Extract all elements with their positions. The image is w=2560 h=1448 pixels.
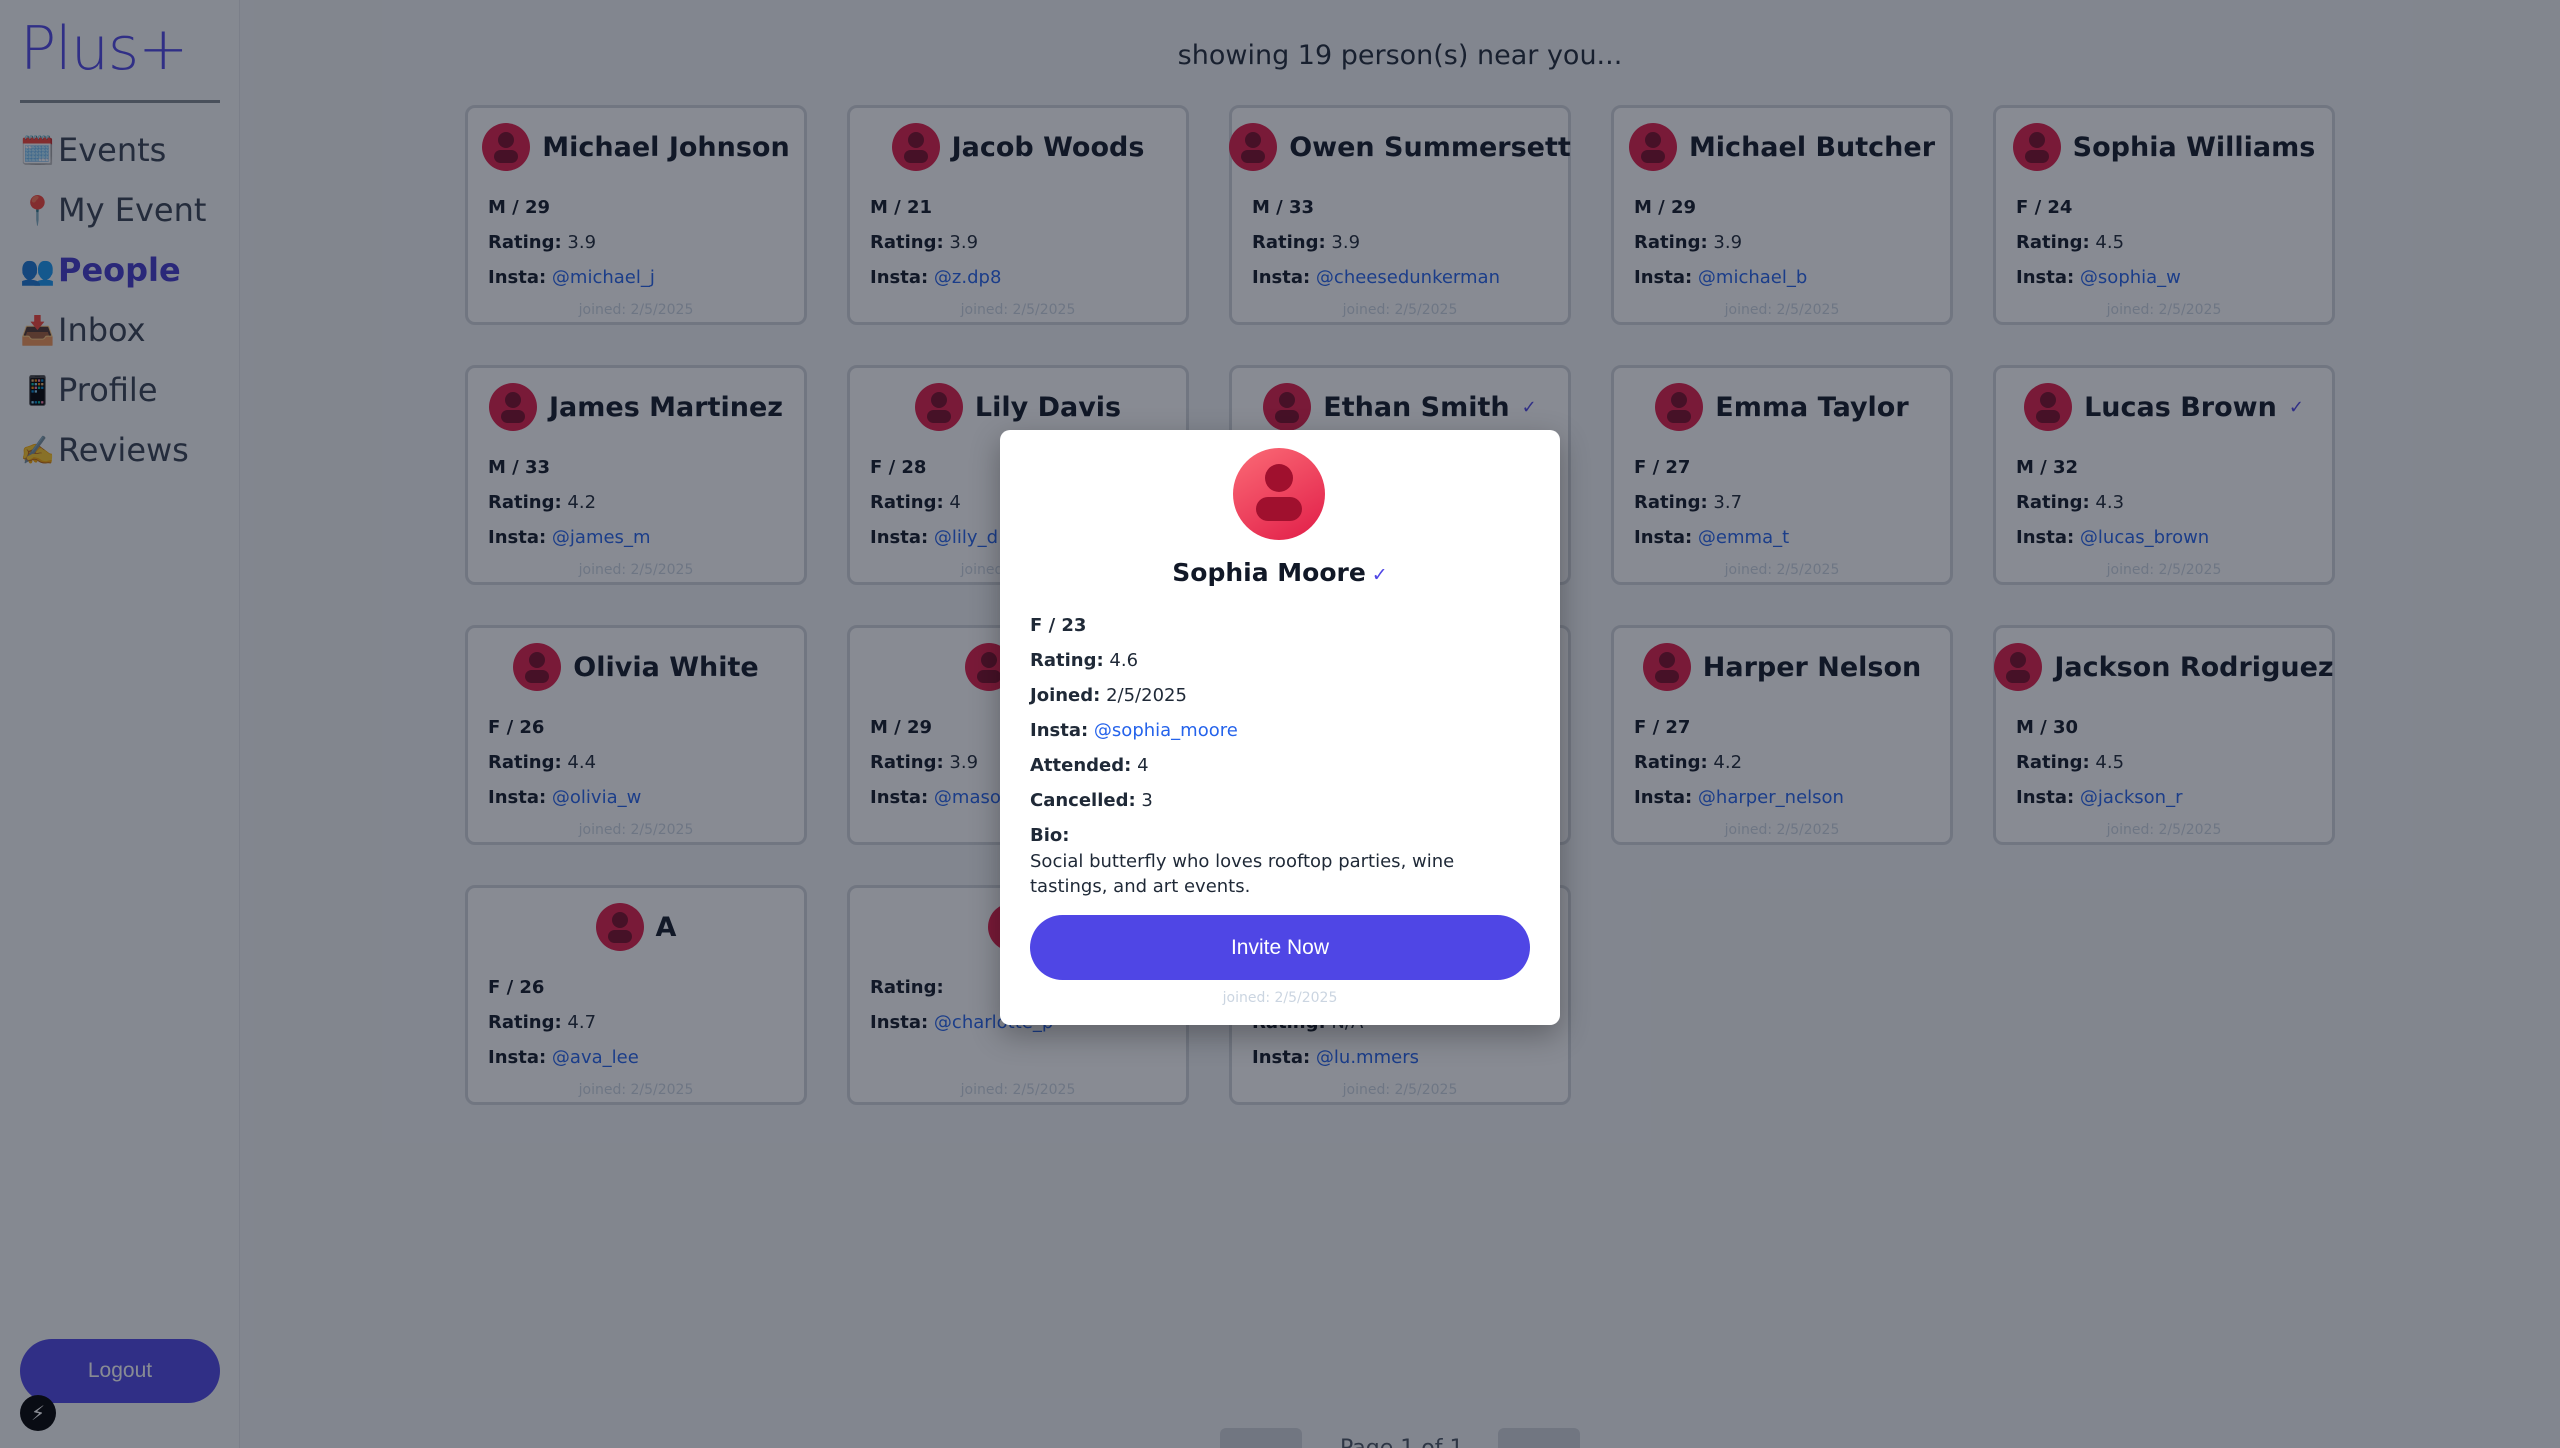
profile-modal: Sophia Moore ✓ F / 23 Rating: 4.6 Joined:… (1000, 430, 1560, 1025)
insta-link[interactable]: @sophia_moore (1094, 720, 1238, 741)
bio-label: Bio: (1030, 825, 1070, 846)
profile-name-text: Sophia Moore (1172, 558, 1366, 587)
verified-icon: ✓ (1371, 564, 1388, 586)
cancelled-label: Cancelled: (1030, 790, 1136, 811)
attended-value: 4 (1137, 755, 1149, 776)
profile-name: Sophia Moore ✓ (1000, 558, 1560, 587)
gender-age: F / 23 (1030, 615, 1087, 636)
rating-value: 4.6 (1109, 650, 1139, 671)
bio-text: Social butterfly who loves rooftop parti… (1030, 851, 1455, 897)
cancelled-value: 3 (1141, 790, 1153, 811)
attended-label: Attended: (1030, 755, 1132, 776)
joined-label: Joined: (1030, 685, 1101, 706)
invite-now-button[interactable]: Invite Now (1030, 915, 1530, 980)
rating-label: Rating: (1030, 650, 1104, 671)
profile-details: F / 23 Rating: 4.6 Joined: 2/5/2025 Inst… (1030, 608, 1530, 899)
joined-value: 2/5/2025 (1106, 685, 1187, 706)
modal-joined-footer: joined: 2/5/2025 (1222, 990, 1338, 1006)
insta-label: Insta: (1030, 720, 1089, 741)
avatar (1233, 448, 1325, 540)
